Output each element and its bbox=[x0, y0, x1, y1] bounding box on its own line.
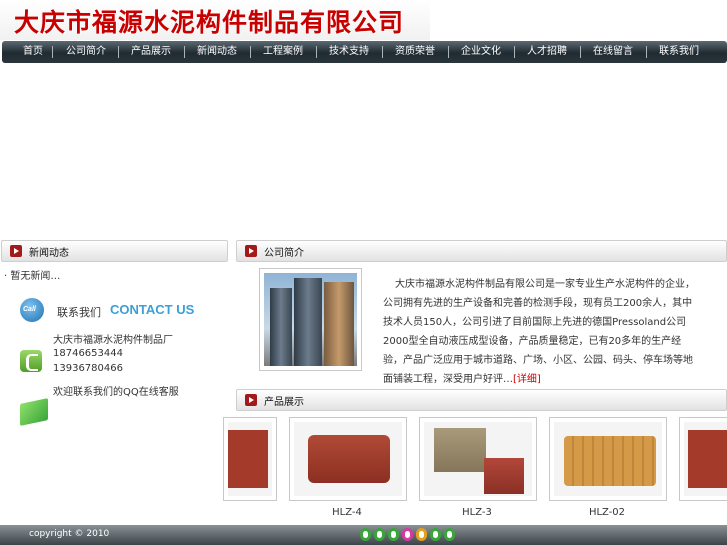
product-thumb-partial[interactable] bbox=[223, 417, 277, 501]
nav-divider bbox=[580, 46, 581, 58]
nav-item-culture[interactable]: 企业文化 bbox=[450, 41, 512, 63]
nav-divider bbox=[118, 46, 119, 58]
contact-label: 联系我们 bbox=[57, 306, 101, 319]
about-text-block: 大庆市福源水泥构件制品有限公司是一家专业生产水泥构件的企业，公司拥有先进的生产设… bbox=[383, 275, 697, 389]
nav-divider bbox=[184, 46, 185, 58]
brick-shape bbox=[308, 435, 390, 483]
counter-digit bbox=[430, 528, 441, 541]
nav-divider bbox=[250, 46, 251, 58]
nav-item-products[interactable]: 产品展示 bbox=[120, 41, 182, 63]
main-nav: 首页 公司简介 产品展示 新闻动态 工程案例 技术支持 资质荣誉 企业文化 人才… bbox=[2, 41, 727, 63]
about-section-header: 公司简介 bbox=[236, 240, 727, 262]
product-thumb-hlz3[interactable] bbox=[419, 417, 537, 501]
qq-contact-text[interactable]: 欢迎联系我们的QQ在线客服 bbox=[53, 383, 179, 398]
arrow-right-icon bbox=[245, 245, 257, 257]
logo-text: 大庆市福源水泥构件制品有限公司 bbox=[14, 8, 405, 37]
product-caption[interactable]: HLZ-3 bbox=[419, 507, 535, 518]
company-building-photo[interactable] bbox=[259, 268, 362, 371]
building-image bbox=[264, 273, 357, 366]
product-thumb-hlz02[interactable] bbox=[549, 417, 667, 501]
about-section-title: 公司简介 bbox=[264, 248, 304, 259]
counter-digit bbox=[444, 528, 455, 541]
brick-shape bbox=[434, 428, 486, 472]
nav-divider bbox=[448, 46, 449, 58]
nav-divider bbox=[316, 46, 317, 58]
contact-label-en: CONTACT US bbox=[110, 302, 195, 317]
nav-item-jobs[interactable]: 人才招聘 bbox=[516, 41, 578, 63]
arrow-right-icon bbox=[245, 394, 257, 406]
about-more-link[interactable]: [详细] bbox=[513, 374, 541, 385]
nav-divider bbox=[646, 46, 647, 58]
company-name: 大庆市福源水泥构件制品厂 bbox=[53, 335, 173, 346]
tower-shape bbox=[294, 278, 322, 366]
product-thumb-partial[interactable] bbox=[679, 417, 727, 501]
phone-icon bbox=[20, 350, 42, 372]
copyright-text: copyright © 2010 bbox=[29, 529, 110, 539]
nav-divider bbox=[382, 46, 383, 58]
products-section-header: 产品展示 bbox=[236, 389, 727, 411]
news-section-title: 新闻动态 bbox=[29, 248, 69, 259]
nav-divider bbox=[514, 46, 515, 58]
nav-item-news[interactable]: 新闻动态 bbox=[186, 41, 248, 63]
products-section-title: 产品展示 bbox=[264, 397, 304, 408]
nav-item-support[interactable]: 技术支持 bbox=[318, 41, 380, 63]
product-caption[interactable]: HLZ-02 bbox=[549, 507, 665, 518]
nav-item-home[interactable]: 首页 bbox=[20, 41, 46, 63]
counter-digit bbox=[374, 528, 385, 541]
nav-divider bbox=[52, 46, 53, 58]
news-item[interactable]: · 暂无新闻… bbox=[4, 267, 60, 282]
nav-item-cases[interactable]: 工程案例 bbox=[252, 41, 314, 63]
nav-item-message[interactable]: 在线留言 bbox=[582, 41, 644, 63]
brick-shape bbox=[484, 458, 524, 494]
about-text: 大庆市福源水泥构件制品有限公司是一家专业生产水泥构件的企业，公司拥有先进的生产设… bbox=[383, 279, 695, 385]
tower-shape bbox=[324, 282, 354, 366]
product-caption[interactable]: HLZ-4 bbox=[289, 507, 405, 518]
phone-number-1[interactable]: 18746653444 bbox=[53, 348, 123, 359]
arrow-right-icon bbox=[10, 245, 22, 257]
counter-digit bbox=[416, 528, 427, 541]
nav-item-contact[interactable]: 联系我们 bbox=[648, 41, 710, 63]
tower-shape bbox=[270, 288, 292, 366]
counter-digit bbox=[360, 528, 371, 541]
footer: copyright © 2010 0005208 bbox=[0, 525, 727, 545]
product-thumb-hlz4[interactable] bbox=[289, 417, 407, 501]
site-logo[interactable]: 大庆市福源水泥构件制品有限公司 bbox=[0, 0, 430, 40]
call-icon: Call bbox=[20, 298, 44, 322]
nav-item-about[interactable]: 公司简介 bbox=[54, 41, 118, 63]
brick-shape bbox=[564, 436, 656, 486]
counter-digit bbox=[402, 528, 413, 541]
nav-item-honors[interactable]: 资质荣誉 bbox=[384, 41, 446, 63]
phone-number-2[interactable]: 13936780466 bbox=[53, 363, 123, 374]
news-section-header: 新闻动态 bbox=[1, 240, 228, 262]
counter-digit bbox=[388, 528, 399, 541]
envelope-icon bbox=[20, 398, 48, 426]
